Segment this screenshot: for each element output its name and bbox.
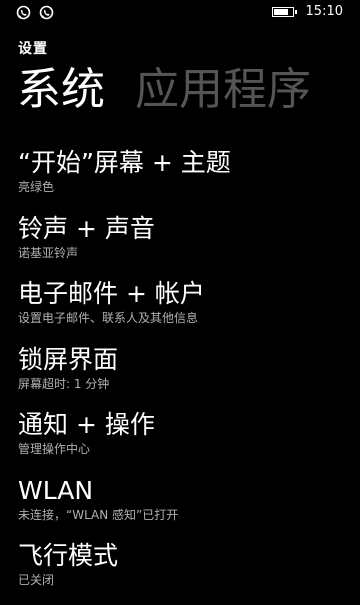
pivot-header: 系统 应用程序 [17,58,311,122]
setting-start-theme[interactable]: “开始”屏幕 + 主题 亮绿色 [18,146,353,212]
battery-icon [271,7,297,17]
whatsapp-icon [39,5,54,20]
pivot-tab-applications[interactable]: 应用程序 [135,58,311,122]
setting-subtitle: 诺基亚铃声 [18,245,79,260]
status-bar: 15:10 [0,0,360,26]
settings-list: “开始”屏幕 + 主题 亮绿色 铃声 + 声音 诺基亚铃声 电子邮件 + 帐户 … [18,146,353,605]
setting-title: “开始”屏幕 + 主题 [18,148,231,177]
setting-lock-screen[interactable]: 锁屏界面 屏幕超时: 1 分钟 [18,343,353,409]
app-title: 设置 [18,41,48,57]
setting-notifications-actions[interactable]: 通知 + 操作 管理操作中心 [18,408,353,474]
setting-title: 电子邮件 + 帐户 [18,279,205,308]
clock: 15:10 [305,4,343,19]
setting-ringtones-sounds[interactable]: 铃声 + 声音 诺基亚铃声 [18,212,353,278]
system-indicators: 15:10 [271,4,343,20]
setting-title: 通知 + 操作 [18,410,155,439]
setting-subtitle: 已关闭 [18,573,55,587]
notification-area [16,5,54,20]
setting-subtitle: 亮绿色 [18,180,55,194]
setting-subtitle: 屏幕超时: 1 分钟 [18,376,110,391]
setting-title: WLAN [18,475,94,505]
setting-title: 锁屏界面 [18,344,119,374]
setting-email-accounts[interactable]: 电子邮件 + 帐户 设置电子邮件、联系人及其他信息 [18,277,353,343]
setting-title: 飞行模式 [18,541,119,570]
setting-airplane-mode[interactable]: 飞行模式 已关闭 [18,539,353,605]
setting-subtitle: 管理操作中心 [18,442,91,456]
setting-title: 铃声 + 声音 [18,213,155,243]
whatsapp-icon [16,5,31,20]
setting-subtitle: 未连接，“WLAN 感知”已打开 [18,507,179,522]
pivot-tab-system[interactable]: 系统 [17,58,105,122]
setting-wlan[interactable]: WLAN 未连接，“WLAN 感知”已打开 [18,474,353,540]
setting-subtitle: 设置电子邮件、联系人及其他信息 [18,311,199,325]
